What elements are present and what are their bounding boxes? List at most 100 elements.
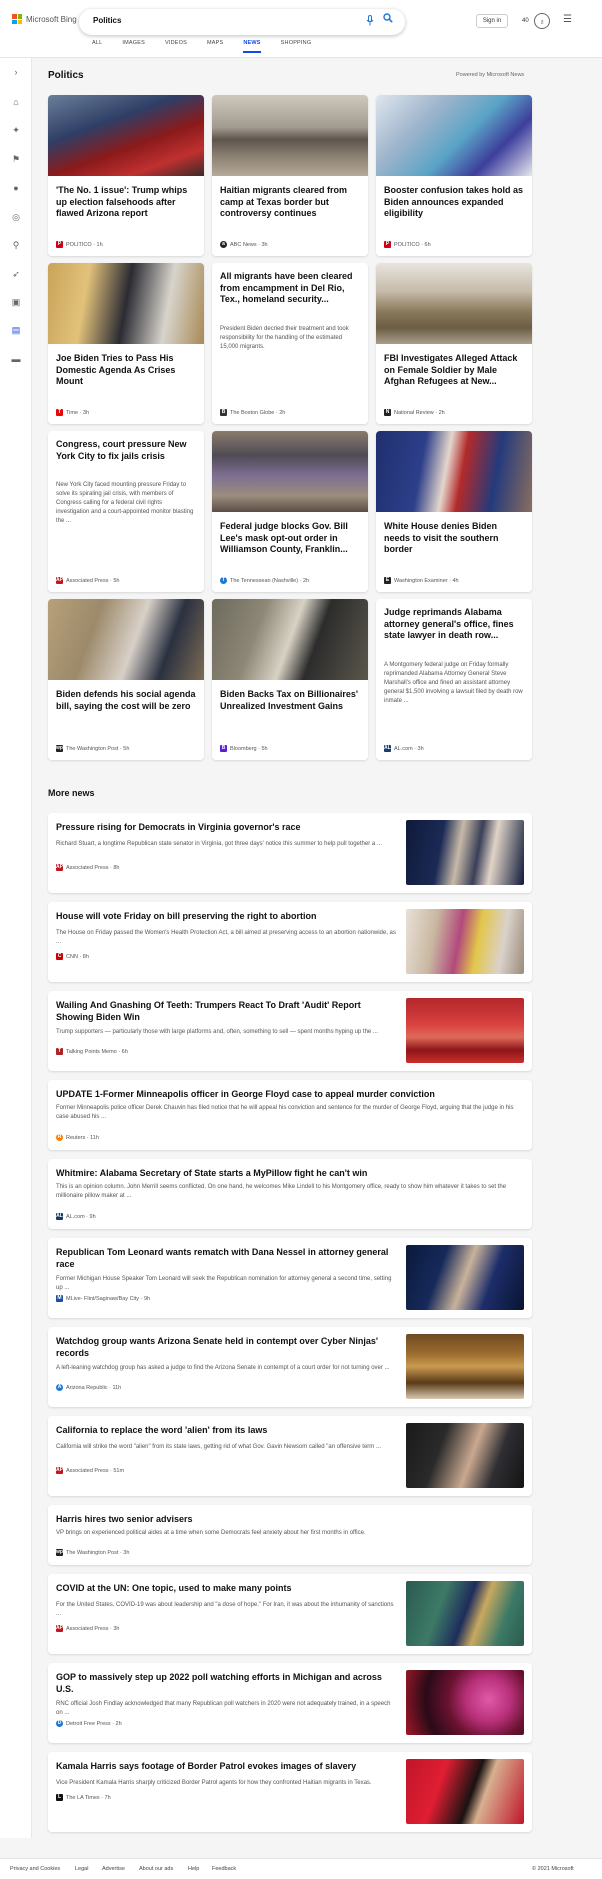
boston-globe-logo-icon: B bbox=[220, 409, 227, 416]
tab-maps[interactable]: MAPS bbox=[207, 40, 223, 53]
location-pin-icon[interactable]: ● bbox=[10, 182, 22, 194]
news-card[interactable]: Booster confusion takes hold as Biden an… bbox=[376, 95, 532, 256]
ap-logo-icon: AP bbox=[56, 864, 63, 871]
expand-chevron-icon[interactable]: › bbox=[10, 66, 22, 78]
ap-logo-icon: AP bbox=[56, 1625, 63, 1632]
card-source: P POLITICO · 6h bbox=[384, 241, 431, 248]
home-icon[interactable]: ⌂ bbox=[10, 96, 22, 108]
search-input[interactable] bbox=[91, 15, 321, 26]
footer-link-legal[interactable]: Legal bbox=[75, 1866, 88, 1872]
footer: Privacy and Cookies Legal Advertise Abou… bbox=[0, 1858, 602, 1879]
card-source: N National Review · 2h bbox=[384, 409, 445, 416]
card-title[interactable]: White House denies Biden needs to visit … bbox=[384, 521, 524, 556]
item-title[interactable]: Pressure rising for Democrats in Virgini… bbox=[56, 822, 396, 834]
sign-in-button[interactable]: Sign in bbox=[476, 14, 508, 28]
item-title[interactable]: Republican Tom Leonard wants rematch wit… bbox=[56, 1247, 396, 1270]
hamburger-menu-icon[interactable]: ☰ bbox=[563, 14, 572, 25]
more-news-item[interactable]: Kamala Harris says footage of Border Pat… bbox=[48, 1752, 532, 1832]
news-card[interactable]: Haitian migrants cleared from camp at Te… bbox=[212, 95, 368, 256]
news-card[interactable]: White House denies Biden needs to visit … bbox=[376, 431, 532, 592]
item-title[interactable]: GOP to massively step up 2022 poll watch… bbox=[56, 1672, 396, 1695]
more-news-item[interactable]: UPDATE 1-Former Minneapolis officer in G… bbox=[48, 1080, 532, 1150]
search-icon[interactable] bbox=[383, 13, 393, 26]
card-title[interactable]: Booster confusion takes hold as Biden an… bbox=[384, 185, 524, 220]
more-news-item[interactable]: COVID at the UN: One topic, used to make… bbox=[48, 1574, 532, 1654]
card-title[interactable]: Federal judge blocks Gov. Bill Lee's mas… bbox=[220, 521, 360, 556]
card-source: P POLITICO · 1h bbox=[56, 241, 103, 248]
washington-post-logo-icon: wp bbox=[56, 1549, 63, 1556]
news-card[interactable]: Judge reprimands Alabama attorney genera… bbox=[376, 599, 532, 760]
item-title[interactable]: UPDATE 1-Former Minneapolis officer in G… bbox=[56, 1089, 524, 1101]
footer-link-advertise[interactable]: Advertise bbox=[102, 1866, 125, 1872]
card-title[interactable]: Joe Biden Tries to Pass His Domestic Age… bbox=[56, 353, 196, 388]
item-image bbox=[406, 909, 524, 974]
microphone-icon[interactable] bbox=[366, 15, 374, 27]
more-news-item[interactable]: Whitmire: Alabama Secretary of State sta… bbox=[48, 1159, 532, 1229]
more-news-item[interactable]: GOP to massively step up 2022 poll watch… bbox=[48, 1663, 532, 1743]
item-source: wp The Washington Post · 3h bbox=[56, 1549, 130, 1556]
card-title[interactable]: All migrants have been cleared from enca… bbox=[220, 271, 360, 306]
arizona-republic-logo-icon: A bbox=[56, 1384, 63, 1391]
washington-examiner-logo-icon: E bbox=[384, 577, 391, 584]
card-title[interactable]: FBI Investigates Alleged Attack on Femal… bbox=[384, 353, 524, 388]
more-news-item[interactable]: Republican Tom Leonard wants rematch wit… bbox=[48, 1238, 532, 1318]
sports-icon[interactable]: ⚲ bbox=[10, 239, 22, 251]
rewards-medal-icon[interactable]: ♁ bbox=[534, 13, 550, 29]
card-source: E Washington Examiner · 4h bbox=[384, 577, 459, 584]
news-card[interactable]: 'The No. 1 issue': Trump whips up electi… bbox=[48, 95, 204, 256]
item-title[interactable]: Wailing And Gnashing Of Teeth: Trumpers … bbox=[56, 1000, 396, 1023]
item-title[interactable]: Whitmire: Alabama Secretary of State sta… bbox=[56, 1168, 524, 1180]
item-snippet: VP brings on experienced political aides… bbox=[56, 1530, 366, 1536]
bing-logo[interactable]: Microsoft Bing bbox=[12, 14, 77, 25]
entertainment-icon[interactable]: ▣ bbox=[10, 296, 22, 308]
card-title[interactable]: 'The No. 1 issue': Trump whips up electi… bbox=[56, 185, 196, 220]
tab-news[interactable]: NEWS bbox=[243, 40, 261, 53]
item-title[interactable]: COVID at the UN: One topic, used to make… bbox=[56, 1583, 396, 1595]
news-card[interactable]: Federal judge blocks Gov. Bill Lee's mas… bbox=[212, 431, 368, 592]
news-card[interactable]: Biden defends his social agenda bill, sa… bbox=[48, 599, 204, 760]
footer-link-feedback[interactable]: Feedback bbox=[212, 1866, 236, 1872]
money-icon[interactable]: ▬ bbox=[10, 353, 22, 365]
card-title[interactable]: Judge reprimands Alabama attorney genera… bbox=[384, 607, 524, 642]
more-news-item[interactable]: Wailing And Gnashing Of Teeth: Trumpers … bbox=[48, 991, 532, 1071]
item-title[interactable]: California to replace the word 'alien' f… bbox=[56, 1425, 396, 1437]
item-source: T Talking Points Memo · 6h bbox=[56, 1048, 128, 1055]
more-news-item[interactable]: Watchdog group wants Arizona Senate held… bbox=[48, 1327, 532, 1407]
item-title[interactable]: Watchdog group wants Arizona Senate held… bbox=[56, 1336, 396, 1359]
footer-link-help[interactable]: Help bbox=[188, 1866, 199, 1872]
footer-link-about-ads[interactable]: About our ads bbox=[139, 1866, 173, 1872]
politics-building-icon[interactable]: ▤ bbox=[10, 324, 22, 336]
card-source: B The Boston Globe · 2h bbox=[220, 409, 286, 416]
card-title[interactable]: Haitian migrants cleared from camp at Te… bbox=[220, 185, 360, 220]
item-source: M MLive- Flint/Saginaw/Bay City · 9h bbox=[56, 1295, 151, 1302]
footer-link-privacy[interactable]: Privacy and Cookies bbox=[10, 1866, 60, 1872]
item-title[interactable]: House will vote Friday on bill preservin… bbox=[56, 911, 396, 923]
news-card[interactable]: FBI Investigates Alleged Attack on Femal… bbox=[376, 263, 532, 424]
science-icon[interactable]: ✦ bbox=[10, 124, 22, 136]
more-news-item[interactable]: California to replace the word 'alien' f… bbox=[48, 1416, 532, 1496]
card-title[interactable]: Biden defends his social agenda bill, sa… bbox=[56, 689, 196, 712]
more-news-item[interactable]: Pressure rising for Democrats in Virgini… bbox=[48, 813, 532, 893]
news-card[interactable]: Biden Backs Tax on Billionaires' Unreali… bbox=[212, 599, 368, 760]
item-title[interactable]: Harris hires two senior advisers bbox=[56, 1514, 524, 1526]
copyright: © 2021 Microsoft bbox=[532, 1866, 574, 1872]
item-snippet: RNC official Josh Findlay acknowledged t… bbox=[56, 1701, 391, 1716]
news-card[interactable]: Congress, court pressure New York City t… bbox=[48, 431, 204, 592]
item-title[interactable]: Kamala Harris says footage of Border Pat… bbox=[56, 1761, 396, 1773]
more-news-item[interactable]: House will vote Friday on bill preservin… bbox=[48, 902, 532, 982]
tab-videos[interactable]: VIDEOS bbox=[165, 40, 187, 53]
tab-all[interactable]: ALL bbox=[92, 40, 102, 53]
item-image bbox=[406, 1759, 524, 1824]
tab-shopping[interactable]: SHOPPING bbox=[281, 40, 312, 53]
globe-icon[interactable]: ◎ bbox=[10, 211, 22, 223]
more-news-item[interactable]: Harris hires two senior advisers VP brin… bbox=[48, 1505, 532, 1565]
rocket-icon[interactable]: ➶ bbox=[10, 268, 22, 280]
news-card[interactable]: Joe Biden Tries to Pass His Domestic Age… bbox=[48, 263, 204, 424]
washington-post-logo-icon: wp bbox=[56, 745, 63, 752]
flag-icon[interactable]: ⚑ bbox=[10, 153, 22, 165]
news-card[interactable]: All migrants have been cleared from enca… bbox=[212, 263, 368, 424]
item-image bbox=[406, 998, 524, 1063]
card-title[interactable]: Congress, court pressure New York City t… bbox=[56, 439, 196, 462]
card-title[interactable]: Biden Backs Tax on Billionaires' Unreali… bbox=[220, 689, 360, 712]
tab-images[interactable]: IMAGES bbox=[122, 40, 145, 53]
